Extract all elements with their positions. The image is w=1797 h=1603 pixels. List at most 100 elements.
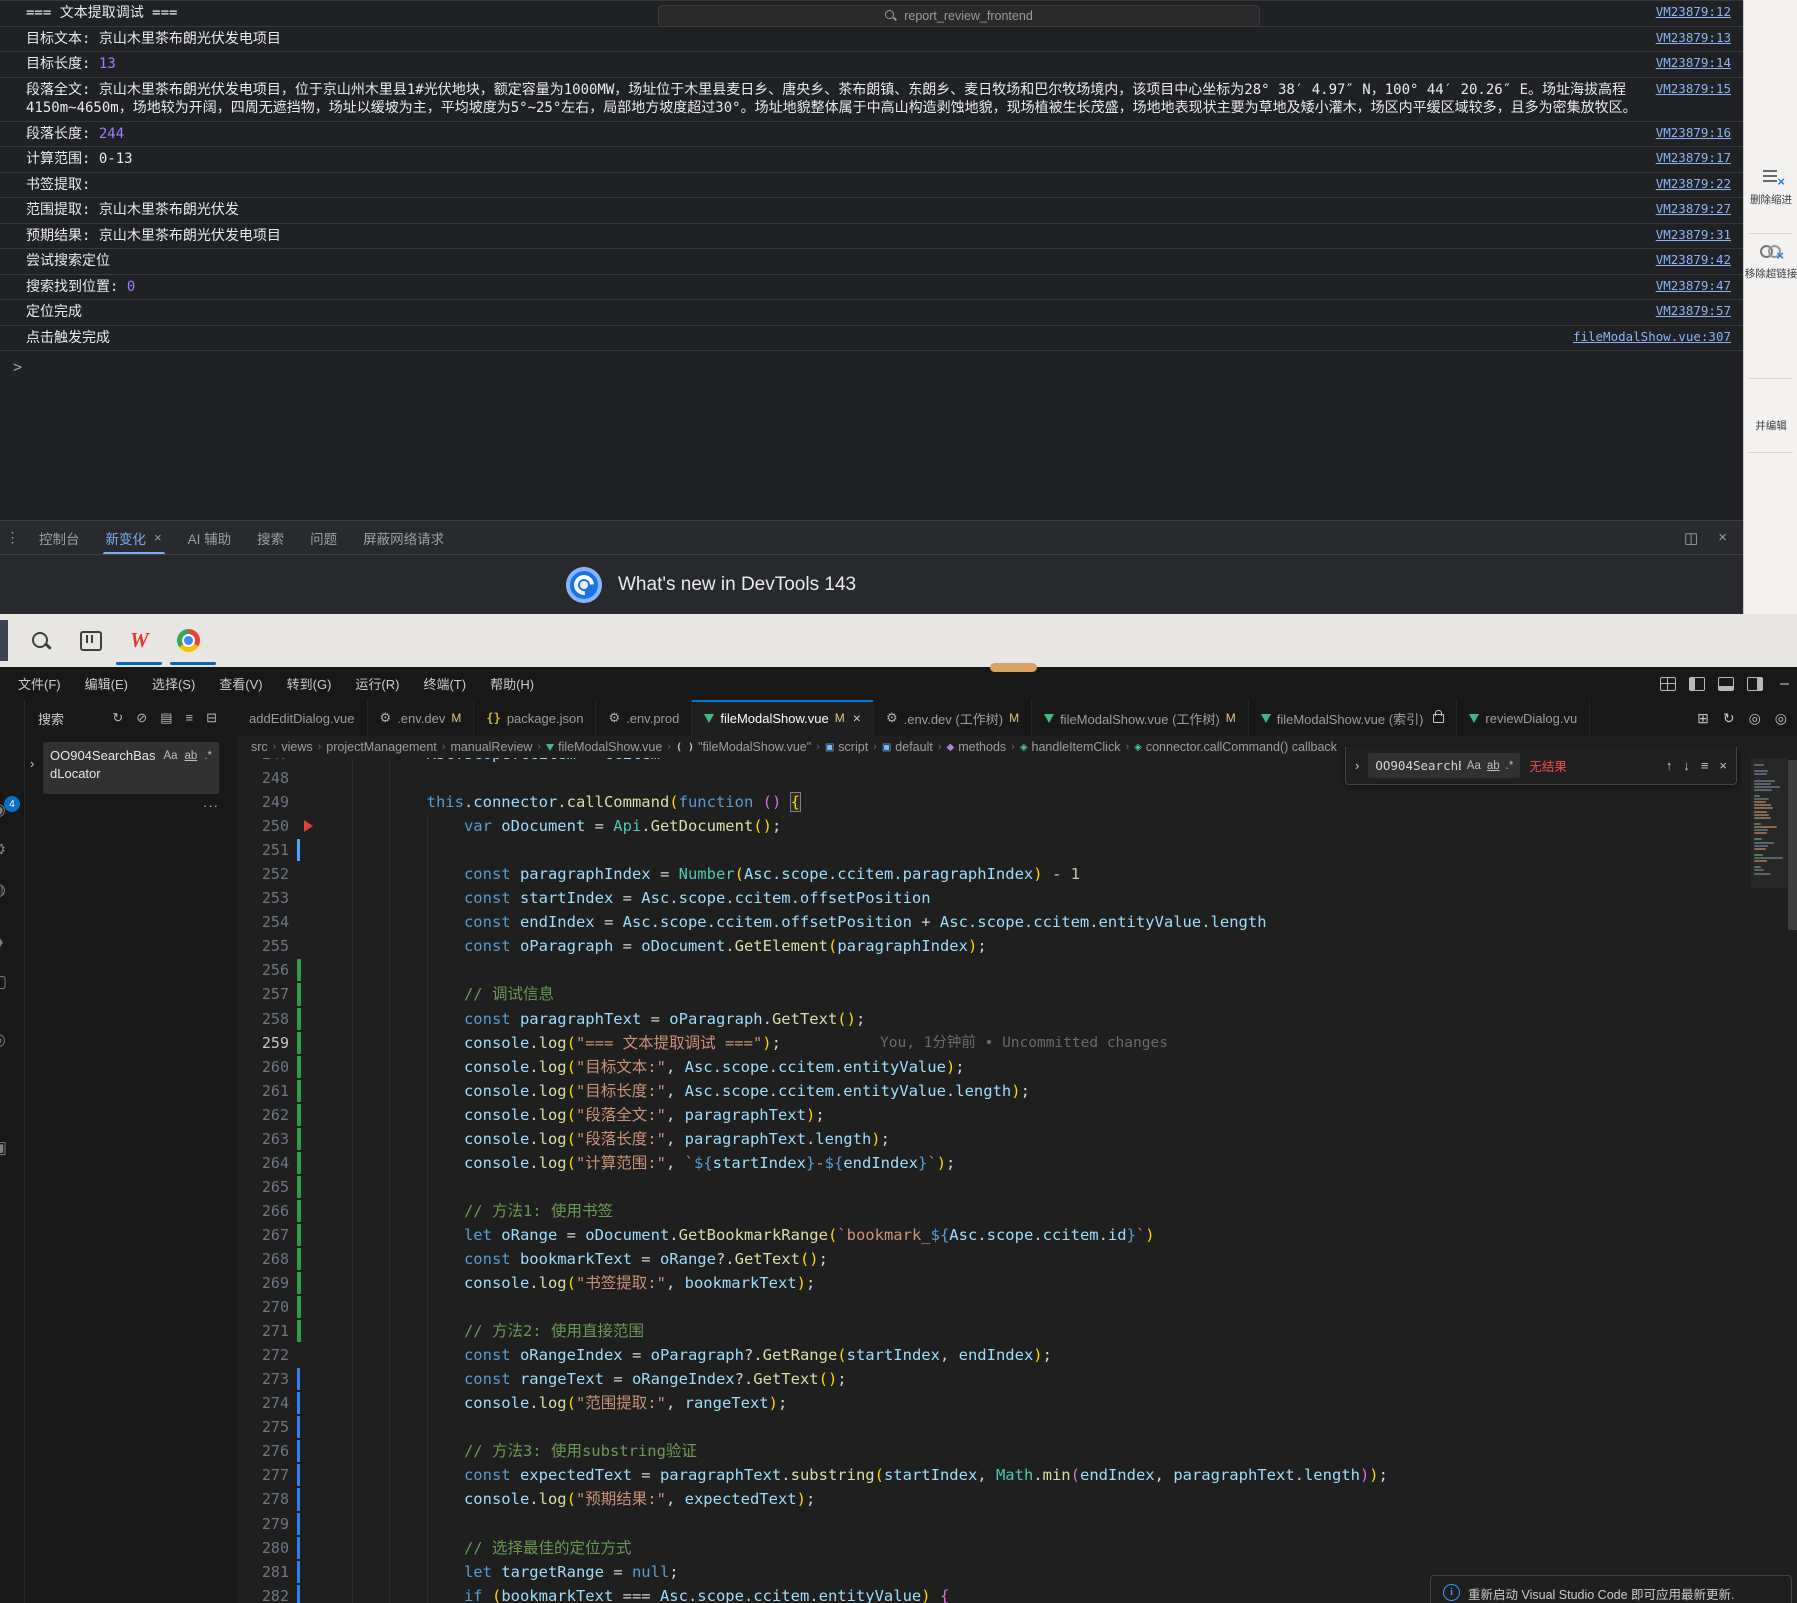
editor-scrollbar-thumb[interactable] (1788, 760, 1797, 930)
taskbar-wps-icon[interactable]: W (130, 628, 149, 653)
editor-tab[interactable]: ⚙ .env.dev M (367, 700, 475, 736)
line-number[interactable]: 261 (237, 1079, 289, 1103)
breadcrumb-item[interactable]: ◆ methods (947, 740, 1007, 754)
code-line-276[interactable]: 276 // 方法3: 使用substring验证 (237, 1439, 1751, 1464)
line-number[interactable]: 252 (237, 862, 289, 886)
line-number[interactable]: 257 (237, 982, 289, 1006)
code-line-280[interactable]: 280 // 选择最佳的定位方式 (237, 1535, 1751, 1560)
console-source-link[interactable]: VM23879:31 (1656, 227, 1731, 242)
line-number[interactable]: 260 (237, 1055, 289, 1079)
console-source-link[interactable]: VM23879:12 (1656, 4, 1731, 19)
code-line-264[interactable]: 264 console.log("计算范围:", `${startIndex}-$… (237, 1150, 1751, 1175)
devtools-tab-屏蔽网络请求[interactable]: 屏蔽网络请求 (350, 521, 457, 554)
toggle-secondary-sidebar-icon[interactable] (1747, 676, 1764, 691)
devtools-tab-控制台[interactable]: 控制台 (26, 521, 93, 554)
activity-chevron-icon[interactable]: ❯ (0, 932, 5, 952)
editor-tab[interactable]: reviewDialog.vu (1457, 700, 1591, 736)
breadcrumb-item[interactable]: ◈ handleItemClick (1020, 740, 1121, 754)
editor-tab[interactable]: addEditDialog.vue (237, 700, 368, 736)
menu-编辑(E)[interactable]: 编辑(E) (73, 674, 140, 693)
console-prompt[interactable]: > (0, 351, 1743, 376)
split-editor-icon[interactable]: ⊞ (1697, 710, 1709, 727)
line-number[interactable]: 274 (237, 1391, 289, 1415)
tab-close-icon[interactable]: × (154, 530, 162, 545)
editor-tab[interactable]: ⚙ .env.prod (596, 700, 693, 736)
line-number[interactable]: 267 (237, 1223, 289, 1247)
wps-tool-删除缩进[interactable]: 删除缩进 (1744, 168, 1797, 207)
code-line-272[interactable]: 272 const oRangeIndex = oParagraph?.GetRa… (237, 1343, 1751, 1368)
line-number[interactable]: 280 (237, 1536, 289, 1560)
breadcrumb-item[interactable]: ▣ script (825, 740, 868, 754)
line-number[interactable]: 281 (237, 1560, 289, 1584)
line-number[interactable]: 263 (237, 1127, 289, 1151)
breadcrumb-item[interactable]: ▣ default (882, 740, 933, 754)
code-editor[interactable]: 247Asc.scope.ccitem = ccitem248249this.c… (237, 758, 1797, 1603)
devtools-tab-问题[interactable]: 问题 (297, 521, 350, 554)
line-number[interactable]: 253 (237, 886, 289, 910)
line-number[interactable]: 254 (237, 910, 289, 934)
find-next-icon[interactable]: ↓ (1683, 758, 1690, 773)
console-source-link[interactable]: VM23879:22 (1656, 176, 1731, 191)
console-source-link[interactable]: VM23879:15 (1656, 81, 1731, 96)
activity-list-icon[interactable]: ≡ (0, 1082, 1, 1102)
line-number[interactable]: 264 (237, 1151, 289, 1175)
line-number[interactable]: 266 (237, 1199, 289, 1223)
command-center-search[interactable]: report_review_frontend (658, 5, 1260, 27)
code-line-275[interactable]: 275 (237, 1415, 1751, 1440)
refresh-icon[interactable]: ↻ (112, 710, 123, 726)
update-notification-toast[interactable]: i 重新启动 Visual Studio Code 即可应用最新更新. (1430, 1575, 1792, 1603)
more-actions-icon[interactable]: ◎ (1775, 710, 1787, 727)
code-line-269[interactable]: 269 console.log("书签提取:", bookmarkText); (237, 1271, 1751, 1296)
breadcrumb-item[interactable]: src (251, 740, 268, 754)
code-line-253[interactable]: 253 const startIndex = Asc.scope.ccitem.o… (237, 886, 1751, 911)
code-line-270[interactable]: 270 (237, 1295, 1751, 1320)
activity-accounts-icon[interactable]: ◍ (0, 880, 6, 900)
code-line-250[interactable]: 250 var oDocument = Api.GetDocument(); (237, 814, 1751, 839)
match-case-toggle[interactable]: Aa (163, 750, 177, 762)
code-line-268[interactable]: 268 const bookmarkText = oRange?.GetText(… (237, 1246, 1751, 1272)
line-number[interactable]: 248 (237, 766, 289, 790)
taskbar-chrome-icon[interactable] (176, 629, 200, 652)
customize-layout-icon[interactable] (1660, 676, 1677, 691)
line-number[interactable]: 273 (237, 1367, 289, 1391)
console-source-link[interactable]: VM23879:47 (1656, 278, 1731, 293)
line-number[interactable]: 278 (237, 1487, 289, 1511)
toggle-sidebar-icon[interactable] (1689, 676, 1706, 691)
code-line-261[interactable]: 261 console.log("目标长度:", Asc.scope.ccitem… (237, 1078, 1751, 1103)
open-in-editor-icon[interactable]: ▤ (160, 710, 172, 726)
activity-extension-icon[interactable]: ▢ (0, 972, 7, 992)
editor-tab[interactable]: ⚙ .env.dev (工作树) M (873, 700, 1033, 736)
editor-tab[interactable]: fileModalShow.vue (工作树) M (1032, 700, 1249, 736)
line-number[interactable]: 268 (237, 1247, 289, 1271)
menu-文件(F)[interactable]: 文件(F) (6, 674, 73, 693)
console-source-link[interactable]: VM23879:16 (1656, 125, 1731, 140)
code-line-259[interactable]: 259 console.log("=== 文本提取调试 ==="); You, 1分… (237, 1030, 1751, 1055)
editor-tab[interactable]: {} package.json (474, 700, 597, 736)
devtools-dock-icon[interactable]: ◫ (1684, 529, 1698, 547)
code-line-266[interactable]: 266 // 方法1: 使用书签 (237, 1198, 1751, 1223)
console-source-link[interactable]: fileModalShow.vue:307 (1573, 329, 1731, 344)
line-number[interactable]: 259 (237, 1031, 289, 1055)
code-line-274[interactable]: 274 console.log("范围提取:", rangeText); (237, 1391, 1751, 1416)
code-line-267[interactable]: 267 let oRange = oDocument.GetBookmarkRan… (237, 1222, 1751, 1247)
wps-tool-并编辑[interactable]: 并编辑 (1744, 415, 1797, 433)
toggle-panel-icon[interactable] (1718, 676, 1735, 691)
minimap[interactable] (1751, 758, 1787, 1603)
code-line-260[interactable]: 260 console.log("目标文本:", Asc.scope.ccitem… (237, 1054, 1751, 1079)
line-number[interactable]: 272 (237, 1343, 289, 1367)
console-source-link[interactable]: VM23879:42 (1656, 252, 1731, 267)
devtools-tab-搜索[interactable]: 搜索 (244, 521, 297, 554)
editor-tab[interactable]: fileModalShow.vue M × (692, 700, 874, 736)
line-number[interactable]: 256 (237, 958, 289, 982)
tab-close-icon[interactable]: × (853, 710, 861, 726)
console-source-link[interactable]: VM23879:57 (1656, 303, 1731, 318)
find-regex-toggle[interactable]: .* (1506, 760, 1514, 772)
find-match-case-toggle[interactable]: Aa (1467, 760, 1481, 772)
clear-results-icon[interactable]: ⊘ (136, 710, 147, 726)
line-number[interactable]: 247 (237, 758, 289, 766)
regex-toggle[interactable]: .* (204, 750, 212, 762)
console-source-link[interactable]: VM23879:14 (1656, 55, 1731, 70)
line-number[interactable]: 258 (237, 1007, 289, 1031)
line-number[interactable]: 271 (237, 1319, 289, 1343)
view-as-list-icon[interactable]: ≡ (186, 710, 194, 726)
